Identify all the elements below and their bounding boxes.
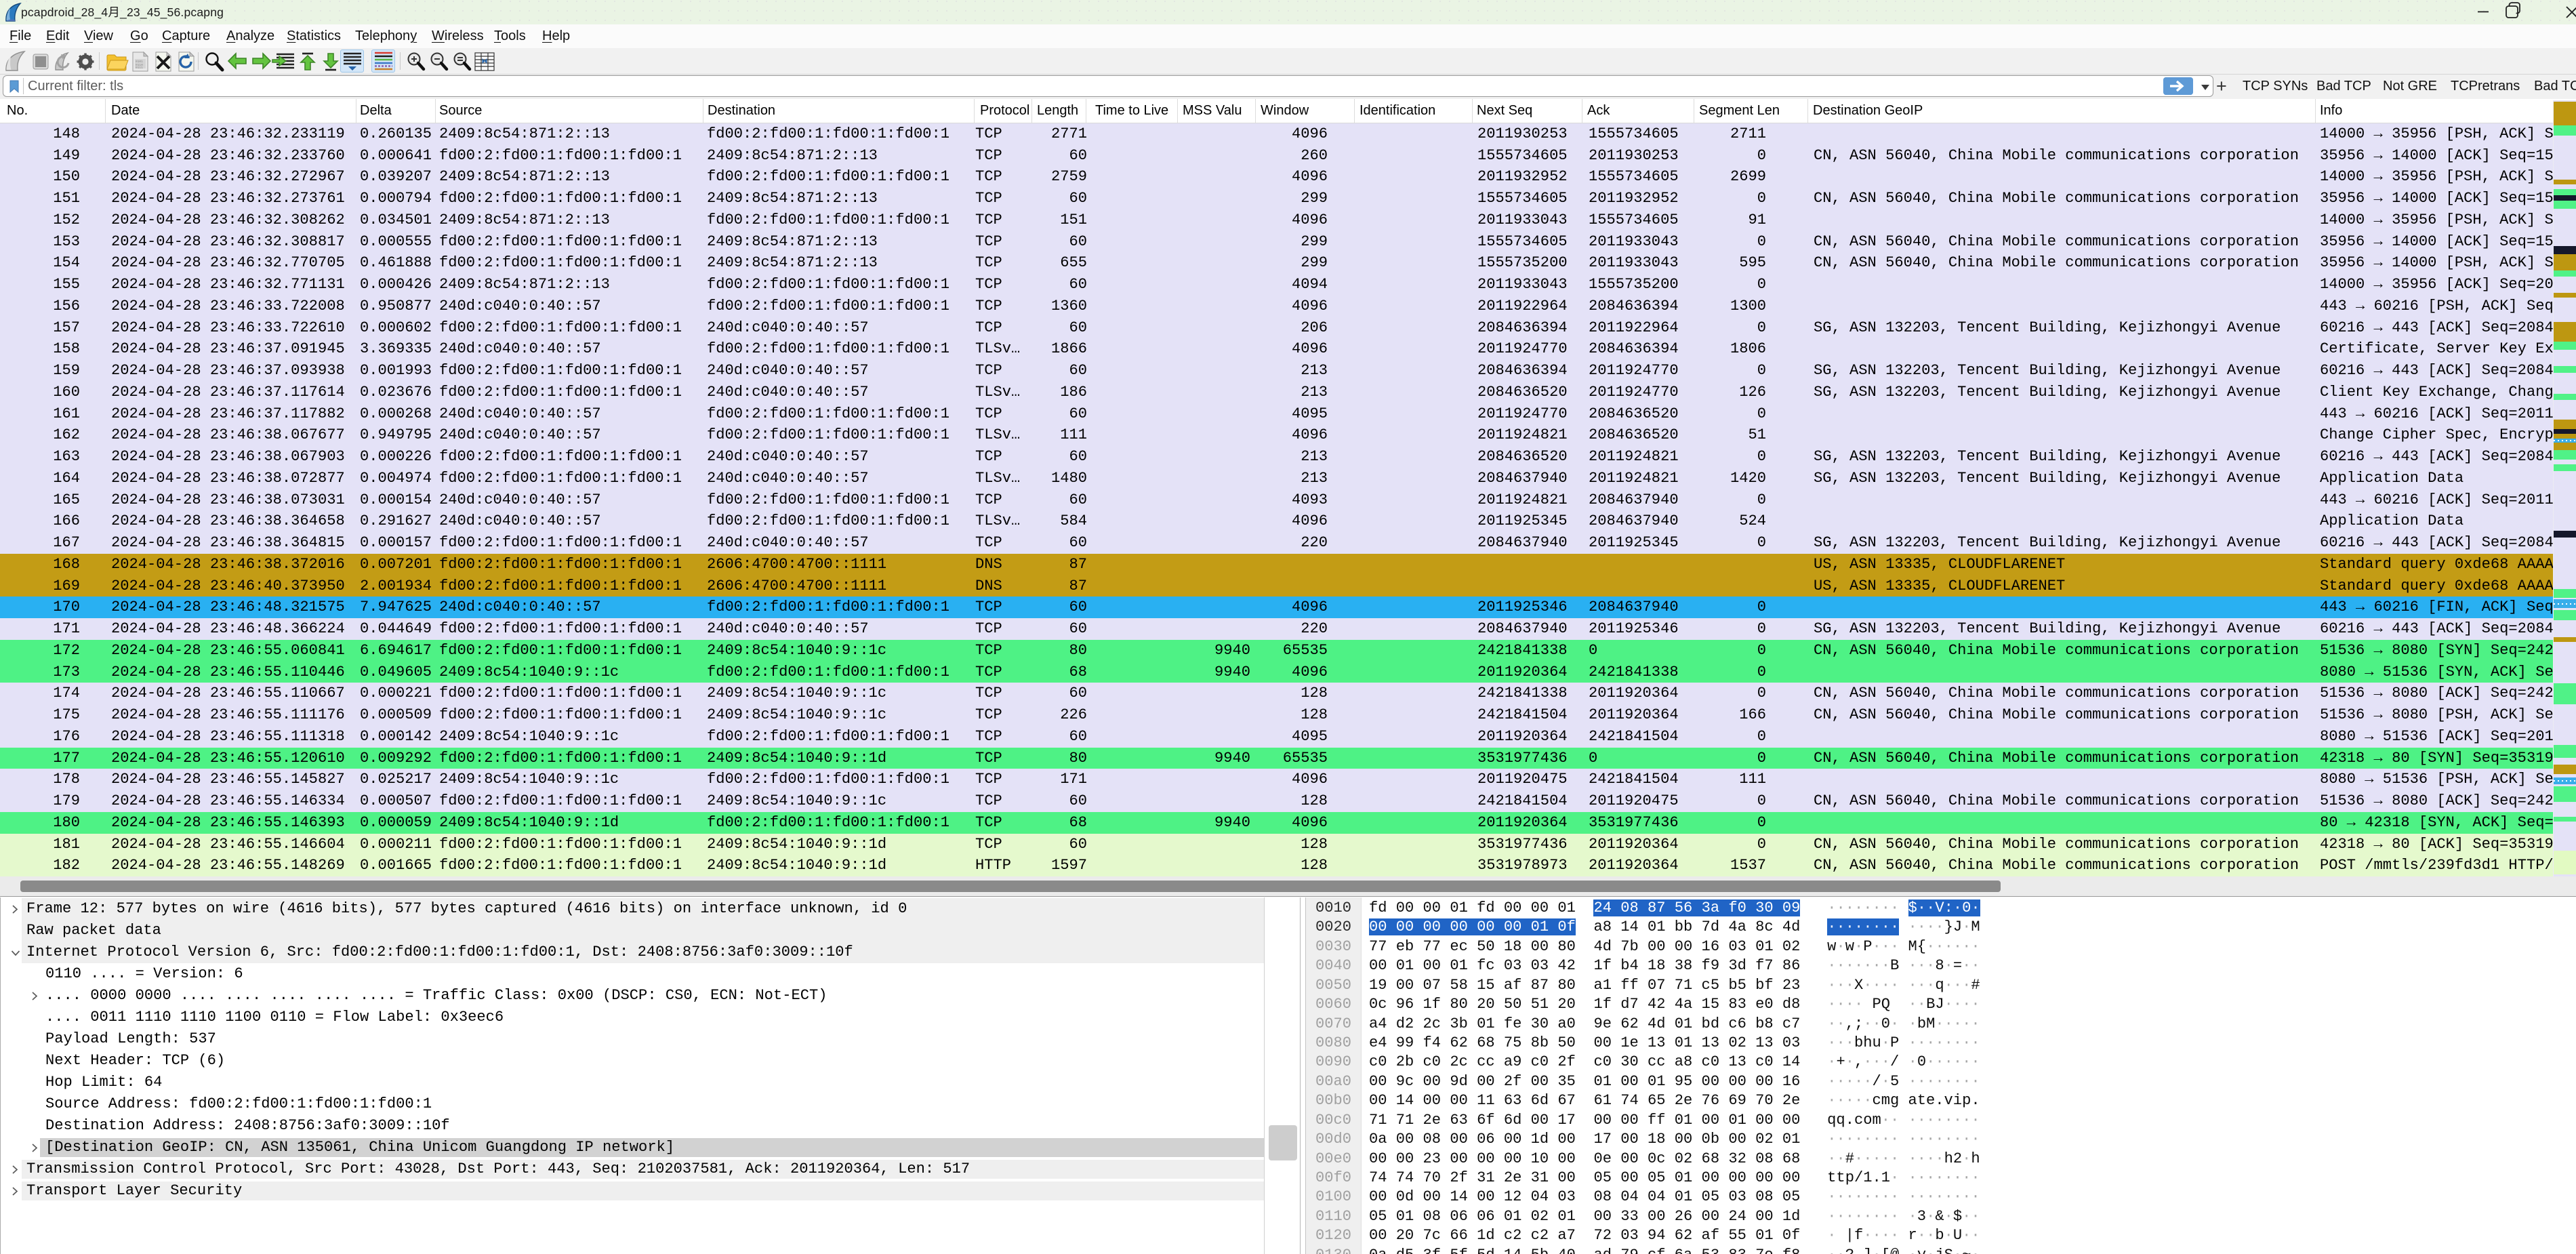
svg-text:0111: 0111 <box>136 66 143 70</box>
